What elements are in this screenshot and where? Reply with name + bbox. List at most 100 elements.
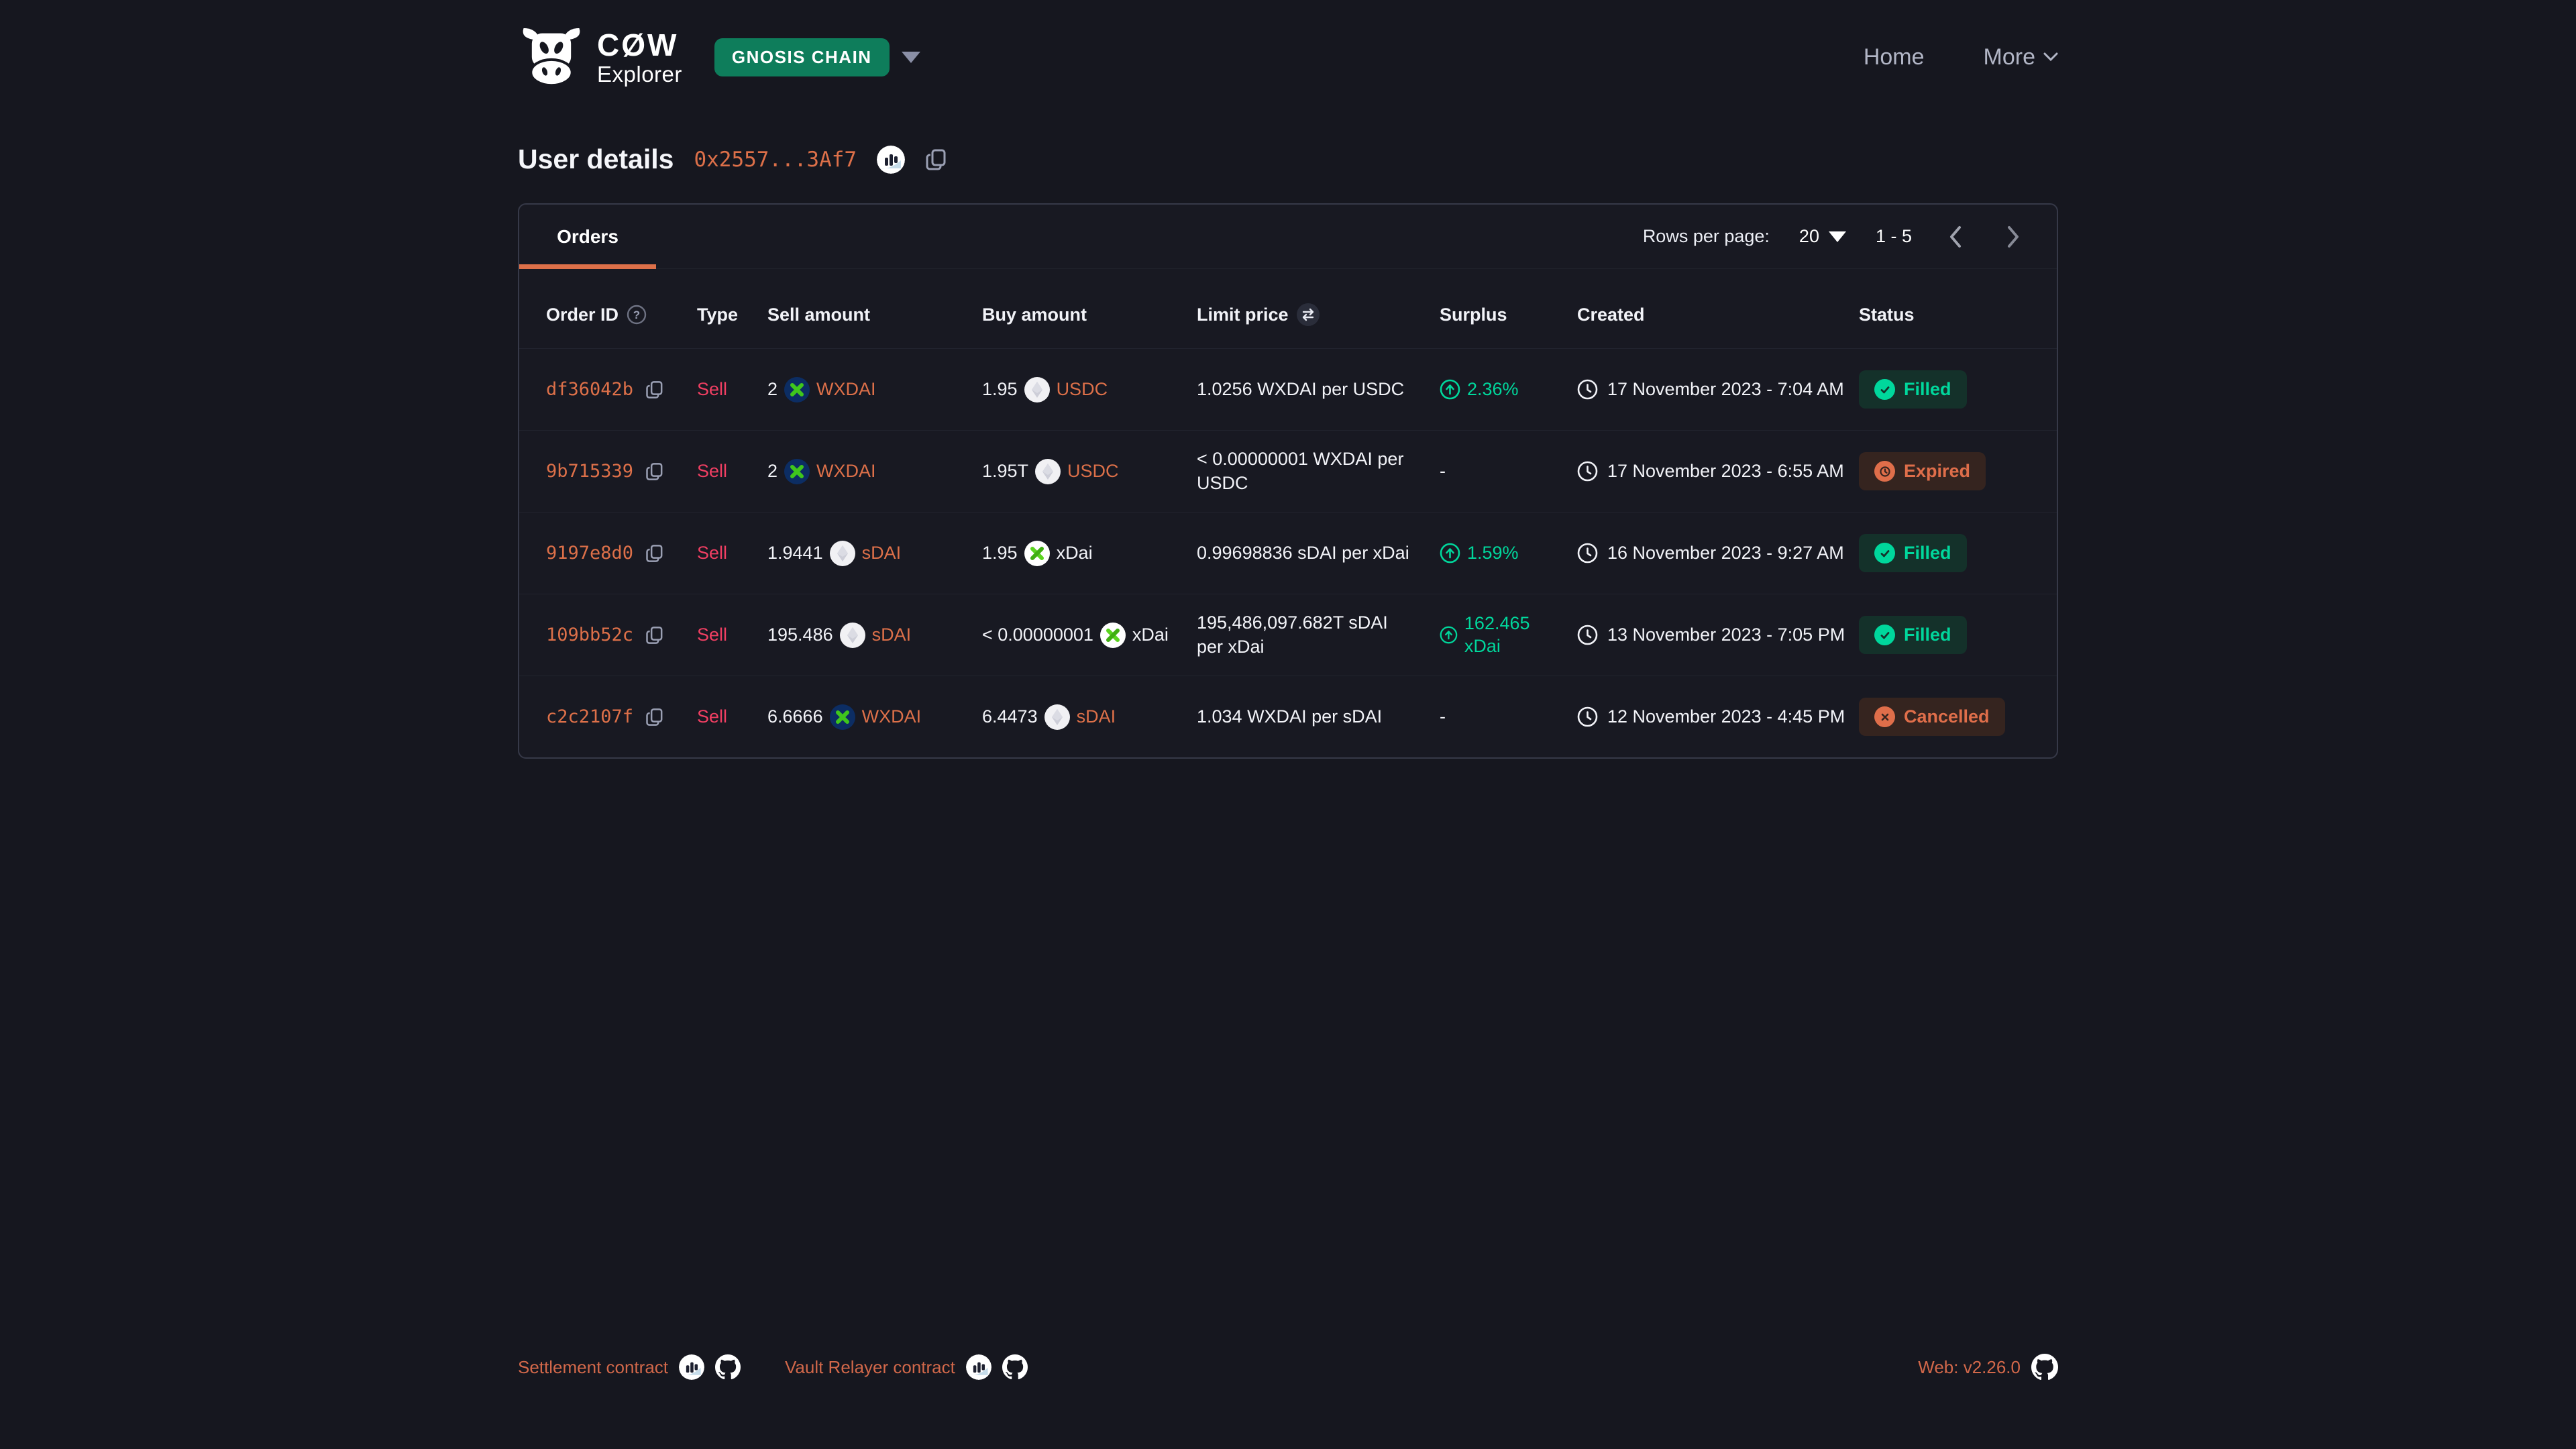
prev-page-icon[interactable] [1941,220,1970,254]
order-id-link[interactable]: 9197e8d0 [546,543,633,564]
blockscout-icon[interactable] [966,1354,991,1380]
main-content: User details 0x2557...3Af7 Orders [518,114,2058,786]
limit-price: 195,486,097.682T sDAI per xDai [1197,611,1440,658]
order-type: Sell [697,543,767,564]
table-header-row: Order ID ? Type Sell amount Buy amount L… [519,281,2057,348]
cow-explorer-logo[interactable]: CØW Explorer [518,28,682,86]
copy-icon[interactable] [645,380,665,400]
limit-price: 1.034 WXDAI per sDAI [1197,705,1440,729]
copy-icon[interactable] [645,707,665,727]
generic-token-icon [830,541,855,566]
order-type: Sell [697,461,767,482]
swap-icon[interactable] [1297,303,1320,326]
sell-amount-value: 195.486 [767,625,833,645]
surplus-value: - [1440,706,1446,729]
buy-amount-value: 1.95 [982,379,1018,400]
order-type: Sell [697,706,767,727]
pagination-controls: Rows per page: 20 1 - 5 [1643,205,2057,268]
orders-card: Orders Rows per page: 20 1 - 5 [518,203,2058,759]
rows-per-page-select[interactable]: 20 [1799,226,1846,247]
buy-amount-value: 1.95T [982,461,1028,482]
nav-more-link[interactable]: More [1984,44,2058,70]
buy-token-link[interactable]: USDC [1057,379,1108,400]
order-type: Sell [697,625,767,645]
web-version-link[interactable]: Web: v2.26.0 [1918,1357,2021,1378]
dropdown-caret-icon[interactable] [902,52,920,63]
surplus-value: 162.465 xDai [1464,612,1557,658]
sell-token-link[interactable]: sDAI [872,625,912,645]
status-badge: Filled [1859,370,1967,409]
tab-orders[interactable]: Orders [519,205,656,268]
network-selector-badge[interactable]: GNOSIS CHAIN [714,38,890,76]
created-date: 16 November 2023 - 9:27 AM [1607,543,1844,564]
nav-home-link[interactable]: Home [1864,44,1925,70]
svg-text:?: ? [633,309,640,321]
check-icon [1874,543,1895,564]
buy-token-link[interactable]: sDAI [1077,706,1116,727]
wxdai-token-icon [784,459,810,484]
github-icon[interactable] [1002,1354,1028,1380]
generic-token-icon [840,623,865,648]
sell-token-link[interactable]: WXDAI [862,706,922,727]
sell-amount-value: 1.9441 [767,543,823,564]
buy-amount-value: 1.95 [982,543,1018,564]
generic-token-icon [1044,704,1070,730]
col-sell-amount: Sell amount [767,305,870,325]
col-status: Status [1859,305,1915,325]
clock-icon [1577,706,1598,727]
buy-amount-value: 6.4473 [982,706,1038,727]
next-page-icon[interactable] [1999,220,2027,254]
sell-token-link[interactable]: WXDAI [816,379,876,400]
sell-token-link[interactable]: WXDAI [816,461,876,482]
col-surplus: Surplus [1440,305,1507,325]
main-nav: Home More [1864,44,2058,70]
cow-logo-icon [518,28,585,86]
surplus-up-icon [1440,543,1460,564]
clock-icon [1874,461,1895,482]
col-buy-amount: Buy amount [982,305,1087,325]
copy-icon[interactable] [645,543,665,564]
created-date: 17 November 2023 - 7:04 AM [1607,379,1844,400]
surplus-up-icon [1440,379,1460,400]
created-date: 17 November 2023 - 6:55 AM [1607,461,1844,482]
clock-icon [1577,543,1598,564]
order-type: Sell [697,379,767,400]
order-id-link[interactable]: df36042b [546,379,633,400]
order-id-link[interactable]: c2c2107f [546,706,633,727]
brand-subtitle: Explorer [597,63,682,85]
user-address[interactable]: 0x2557...3Af7 [694,148,857,172]
wxdai-token-icon [784,377,810,402]
settlement-contract-link[interactable]: Settlement contract [518,1357,668,1378]
order-id-link[interactable]: 9b715339 [546,461,633,482]
page-footer: Settlement contract Vault Relayer contra… [0,1354,2576,1449]
copy-icon[interactable] [645,625,665,645]
blockscout-icon[interactable] [679,1354,704,1380]
clock-icon [1577,461,1598,482]
github-icon[interactable] [715,1354,741,1380]
xdai-token-icon [1100,623,1126,648]
status-badge: Cancelled [1859,698,2005,736]
vault-relayer-contract-link[interactable]: Vault Relayer contract [785,1357,955,1378]
copy-address-icon[interactable] [925,148,949,172]
generic-token-icon [1024,377,1050,402]
copy-icon[interactable] [645,462,665,482]
chevron-down-icon [2043,52,2058,62]
blockscout-icon[interactable] [877,146,905,174]
generic-token-icon [1035,459,1061,484]
help-icon[interactable]: ? [627,305,647,325]
limit-price: < 0.00000001 WXDAI per USDC [1197,447,1440,494]
buy-token-link[interactable]: USDC [1067,461,1119,482]
orders-table: Order ID ? Type Sell amount Buy amount L… [519,269,2057,757]
col-type: Type [697,305,738,325]
page-range: 1 - 5 [1876,226,1912,247]
clock-icon [1577,379,1598,400]
buy-amount-value: < 0.00000001 [982,625,1093,645]
buy-token-label: xDai [1057,543,1093,564]
table-row: 109bb52c Sell 195.486 sDAI < 0.00000001 … [519,594,2057,676]
sell-token-link[interactable]: sDAI [862,543,902,564]
col-order-id: Order ID [546,305,619,325]
brand-name: CØW [597,30,682,60]
wxdai-token-icon [830,704,855,730]
order-id-link[interactable]: 109bb52c [546,625,633,645]
github-icon[interactable] [2031,1354,2058,1381]
